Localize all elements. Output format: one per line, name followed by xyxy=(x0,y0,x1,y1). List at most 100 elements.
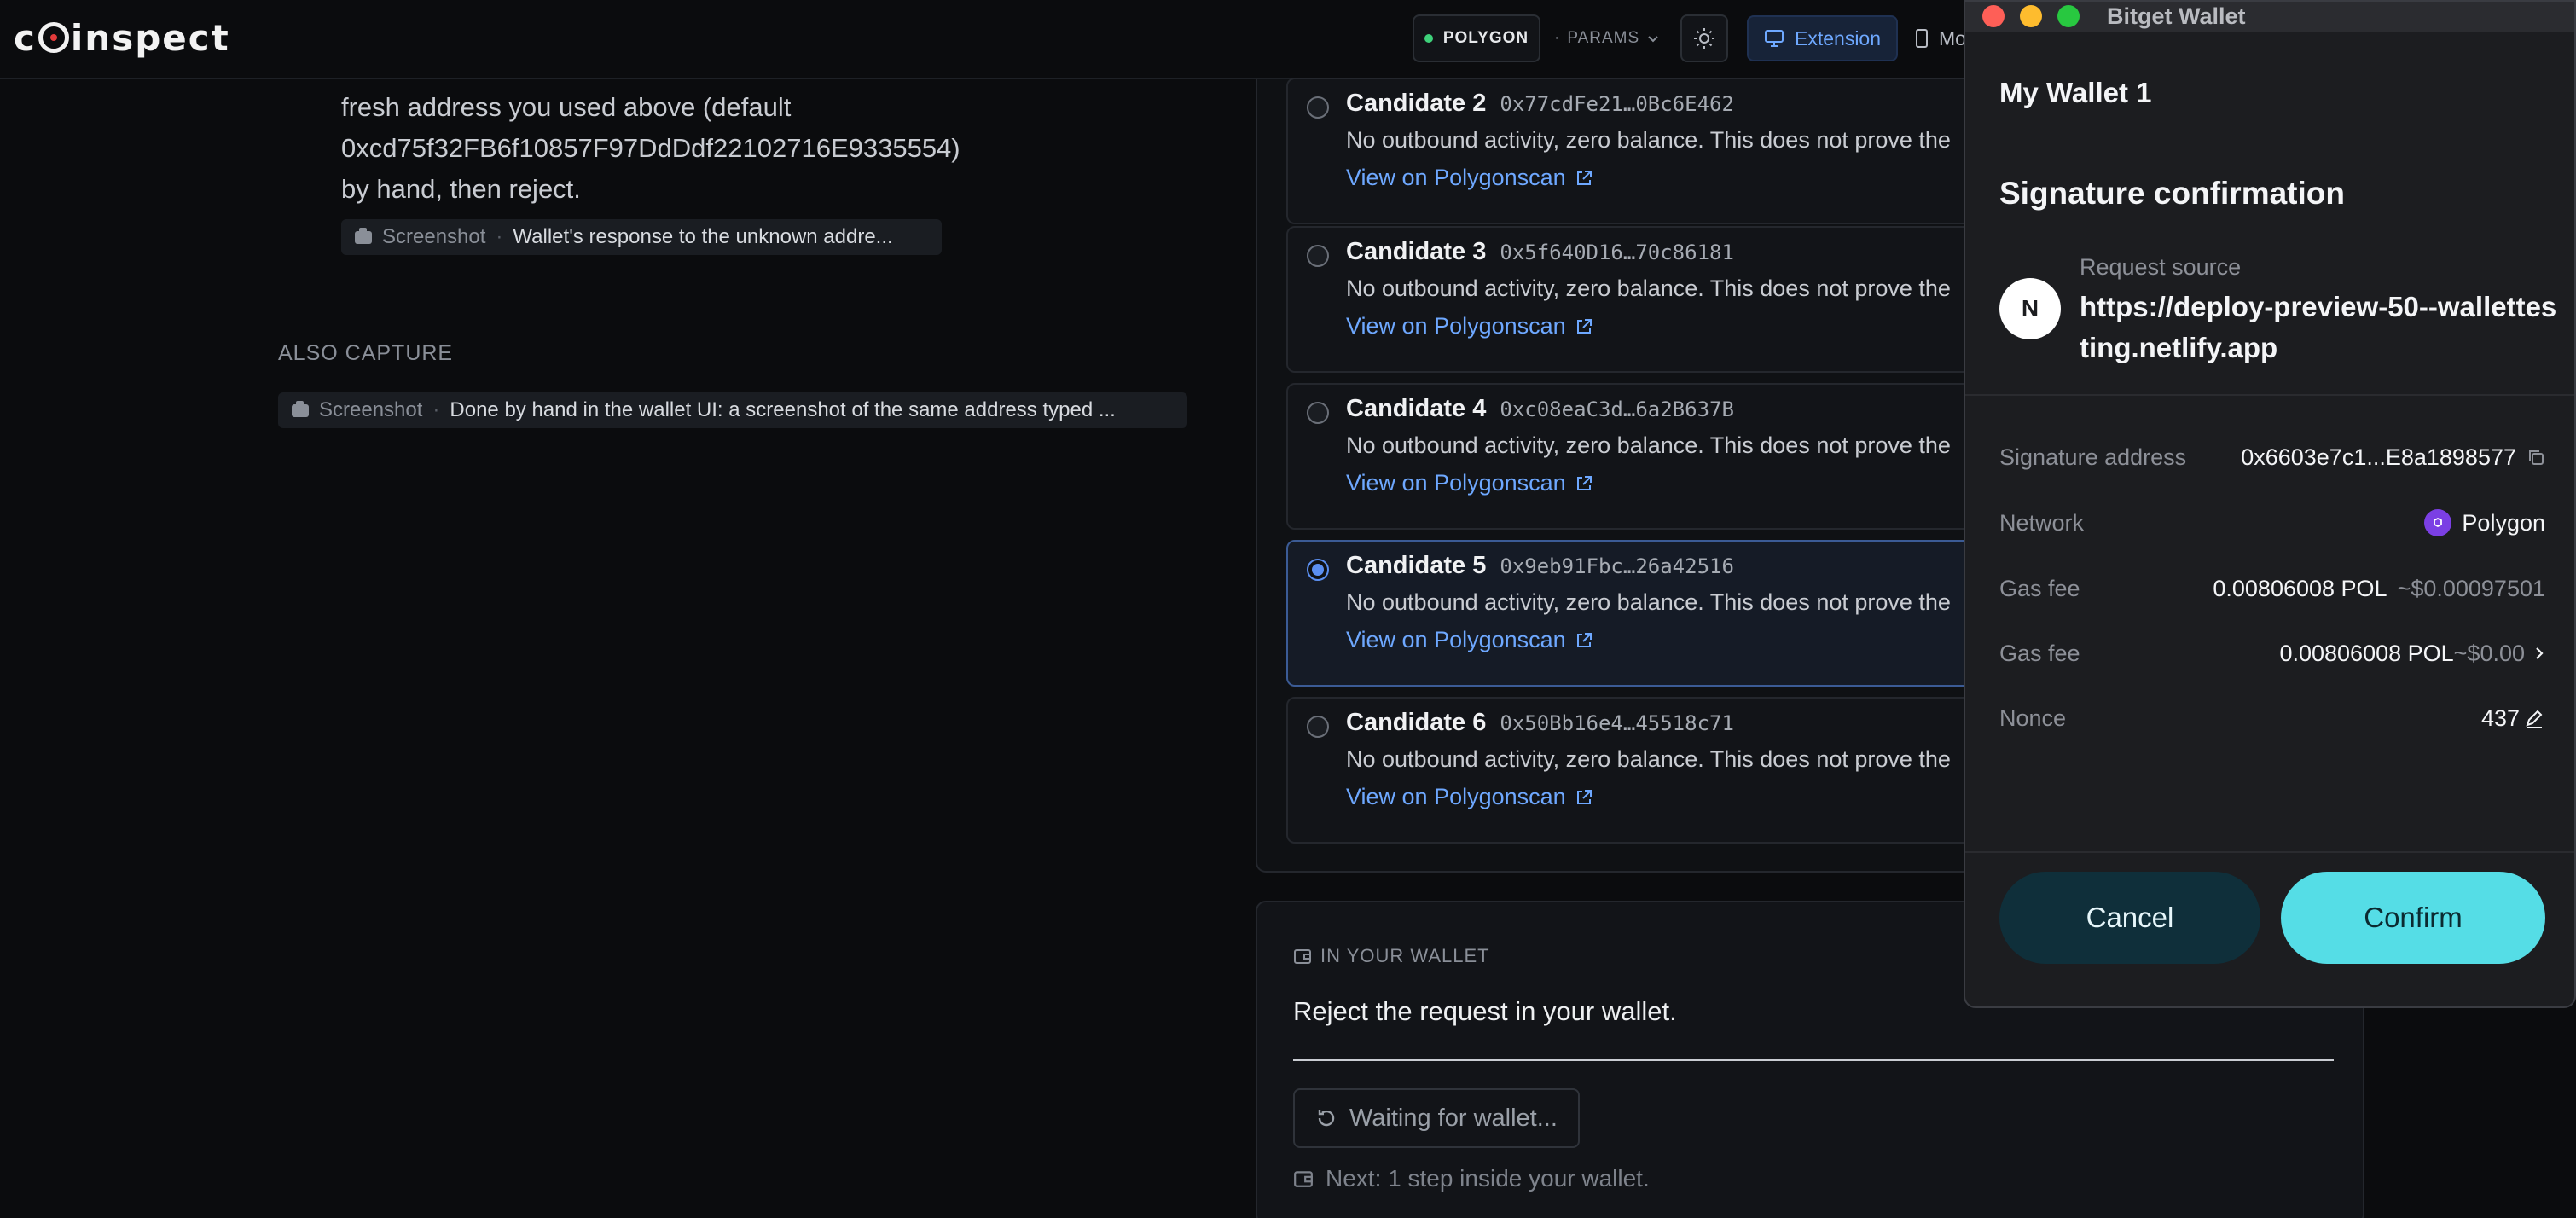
candidate-address: 0x50Bb16e4…45518c71 xyxy=(1500,711,1734,735)
nonce-label: Nonce xyxy=(1999,705,2067,731)
external-link-icon xyxy=(1576,789,1592,804)
refresh-icon xyxy=(1318,1110,1335,1127)
candidate-title: Candidate 4 xyxy=(1346,395,1487,422)
candidate-address: 0x77cdFe21…0Bc6E462 xyxy=(1500,92,1734,116)
wallet-icon xyxy=(1294,949,1311,964)
screenshot-chip-unknown-address[interactable]: Screenshot · Wallet's response to the un… xyxy=(341,219,942,255)
polygonscan-link[interactable]: View on Polygonscan xyxy=(1346,784,1593,810)
gas-fee-value: 0.00806008 POL xyxy=(2213,575,2387,601)
polygonscan-link[interactable]: View on Polygonscan xyxy=(1346,470,1593,496)
external-link-icon xyxy=(1576,475,1592,490)
coinspect-logo[interactable]: c inspect xyxy=(14,15,230,60)
candidate-description: No outbound activity, zero balance. This… xyxy=(1346,432,1951,458)
chip-separator: · xyxy=(432,398,440,421)
chevron-down-icon xyxy=(1648,36,1658,43)
gas-fee-usd: ~$0.00097501 xyxy=(2397,575,2545,601)
window-titlebar[interactable]: Bitget Wallet xyxy=(1965,2,2574,32)
request-source-label: Request source xyxy=(2080,254,2242,280)
dapp-avatar: N xyxy=(1999,278,2061,339)
polygonscan-link[interactable]: View on Polygonscan xyxy=(1346,313,1593,339)
signature-address-row: Signature address 0x6603e7c1...E8a189857… xyxy=(1999,440,2545,474)
candidate-radio[interactable] xyxy=(1307,716,1329,738)
phone-icon xyxy=(1916,29,1929,48)
window-title: Bitget Wallet xyxy=(2107,3,2246,29)
wallet-name: My Wallet 1 xyxy=(1999,77,2152,108)
candidate-title: Candidate 5 xyxy=(1346,552,1487,579)
window-close-button[interactable] xyxy=(1982,5,2005,27)
params-dropdown[interactable]: · PARAMS xyxy=(1554,14,1660,62)
chip-kind: Screenshot xyxy=(382,225,486,248)
candidate-address: 0x9eb91Fbc…26a42516 xyxy=(1500,554,1734,578)
polygonscan-link[interactable]: View on Polygonscan xyxy=(1346,165,1593,191)
instruction-line: fresh address you used above (default xyxy=(341,92,792,122)
polygonscan-link-label: View on Polygonscan xyxy=(1346,470,1566,496)
camera-icon xyxy=(292,400,309,417)
chip-text: Done by hand in the wallet UI: a screens… xyxy=(450,398,1116,421)
polygonscan-link-label: View on Polygonscan xyxy=(1346,313,1566,339)
chip-kind: Screenshot xyxy=(319,398,423,421)
window-zoom-button[interactable] xyxy=(2057,5,2080,27)
wallet-instruction: Reject the request in your wallet. xyxy=(1293,996,1677,1026)
candidate-radio[interactable] xyxy=(1307,559,1329,581)
external-link-icon xyxy=(1576,170,1592,185)
divider xyxy=(1965,851,2574,853)
polygonscan-link[interactable]: View on Polygonscan xyxy=(1346,627,1593,653)
theme-toggle-button[interactable] xyxy=(1680,14,1728,62)
candidate-radio[interactable] xyxy=(1307,245,1329,267)
instruction-line: by hand, then reject. xyxy=(341,174,581,204)
cancel-button[interactable]: Cancel xyxy=(1999,872,2260,964)
candidate-title: Candidate 6 xyxy=(1346,709,1487,736)
gas-fee-row: Gas fee 0.00806008 POL ~$0.00097501 xyxy=(1999,571,2545,606)
gas-fee-label: Gas fee xyxy=(1999,640,2080,666)
network-status-dot xyxy=(1424,34,1433,43)
signature-address-label: Signature address xyxy=(1999,444,2187,470)
signature-confirmation-heading: Signature confirmation xyxy=(1999,176,2345,211)
polygonscan-link-label: View on Polygonscan xyxy=(1346,784,1566,809)
polygonscan-link-label: View on Polygonscan xyxy=(1346,627,1566,652)
in-your-wallet-label-row: IN YOUR WALLET xyxy=(1293,945,1490,967)
waiting-for-wallet-button[interactable]: Waiting for wallet... xyxy=(1293,1088,1580,1148)
candidate-radio[interactable] xyxy=(1307,96,1329,119)
also-capture-heading: ALSO CAPTURE xyxy=(278,341,454,365)
candidate-title: Candidate 2 xyxy=(1346,90,1487,117)
mode-extension-button[interactable]: Extension xyxy=(1747,15,1899,61)
mode-mobile-label: Mo xyxy=(1939,26,1966,49)
edit-pencil-icon[interactable] xyxy=(2523,707,2545,729)
divider xyxy=(1293,1059,2334,1061)
signature-address-value: 0x6603e7c1...E8a1898577 xyxy=(2241,444,2516,470)
network-selector[interactable]: POLYGON xyxy=(1413,14,1540,62)
gas-fee-value: 0.00806008 POL xyxy=(2279,640,2454,666)
network-row-value: Polygon xyxy=(2462,509,2545,536)
polygonscan-link-label: View on Polygonscan xyxy=(1346,165,1566,190)
polygon-icon xyxy=(2424,509,2452,536)
nonce-row: Nonce 437 xyxy=(1999,701,2545,735)
screenshot-chip-same-address[interactable]: Screenshot · Done by hand in the wallet … xyxy=(278,392,1187,428)
candidate-description: No outbound activity, zero balance. This… xyxy=(1346,127,1951,153)
bitget-wallet-window: Bitget Wallet My Wallet 1 Signature conf… xyxy=(1964,0,2576,1008)
network-row-label: Network xyxy=(1999,509,2085,536)
network-row: Network Polygon xyxy=(1999,506,2545,540)
candidate-address: 0x5f640D16…70c86181 xyxy=(1500,241,1734,264)
params-separator: · xyxy=(1554,29,1561,47)
request-source-url: https://deploy-preview-50--wallettesting… xyxy=(2080,291,2557,363)
candidate-radio[interactable] xyxy=(1307,402,1329,424)
wallet-icon xyxy=(1294,1171,1313,1187)
external-link-icon xyxy=(1576,632,1592,647)
network-label: POLYGON xyxy=(1442,29,1529,47)
next-step-row: Next: 1 step inside your wallet. xyxy=(1293,1165,1650,1192)
window-minimize-button[interactable] xyxy=(2020,5,2042,27)
sun-icon xyxy=(1694,28,1714,49)
waiting-label: Waiting for wallet... xyxy=(1349,1104,1558,1132)
gas-fee-label: Gas fee xyxy=(1999,575,2080,601)
monitor-icon xyxy=(1765,30,1784,47)
candidate-title: Candidate 3 xyxy=(1346,238,1487,265)
copy-icon[interactable] xyxy=(2527,448,2545,467)
divider xyxy=(1965,394,2574,396)
gas-fee-usd: ~$0.00 xyxy=(2453,640,2525,666)
candidate-description: No outbound activity, zero balance. This… xyxy=(1346,589,1951,615)
chip-text: Wallet's response to the unknown addre..… xyxy=(513,225,893,248)
logo-mark-icon xyxy=(38,22,69,53)
camera-icon xyxy=(355,227,372,244)
confirm-button[interactable]: Confirm xyxy=(2281,872,2545,964)
gas-fee-selector-row[interactable]: Gas fee 0.00806008 POL ~$0.00 xyxy=(1999,636,2545,670)
